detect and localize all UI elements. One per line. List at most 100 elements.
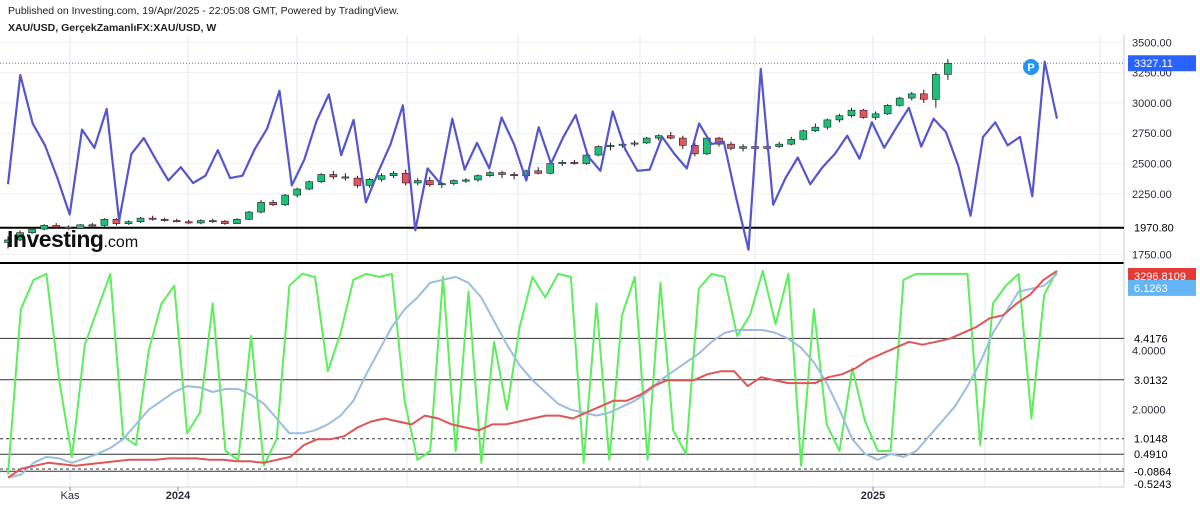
candle-body-up: [907, 93, 916, 99]
osc-value-tag: 6.1263: [1128, 279, 1196, 296]
candle: [907, 92, 916, 101]
candle: [727, 141, 735, 151]
candle: [811, 123, 820, 133]
candle: [281, 193, 289, 206]
candle-body-down: [401, 172, 410, 184]
candle-body-down: [425, 180, 434, 186]
candle: [883, 104, 892, 116]
candle-series: [4, 59, 952, 249]
candle: [377, 173, 386, 182]
logo-tld: .com: [103, 234, 139, 251]
candle-body-down: [919, 93, 928, 100]
candle: [305, 180, 314, 191]
price-tick-label: 2250.00: [1132, 189, 1172, 201]
marker-label: P: [1027, 62, 1034, 74]
candle-body-down: [534, 170, 543, 174]
trend-line: [7, 270, 1058, 479]
candle: [558, 159, 567, 166]
candle-body-up: [558, 162, 567, 164]
candle-body-down: [353, 177, 362, 186]
osc-value-tag: 4.4176: [1128, 330, 1196, 347]
time-axis: Kas 2024 2025: [61, 487, 885, 502]
candle: [245, 210, 253, 220]
candle: [329, 170, 338, 180]
candle-body-down: [570, 162, 579, 164]
osc-value-tag-text: -0.5243: [1134, 479, 1171, 491]
candle: [136, 216, 145, 223]
osc-value-tag-text: 4.4176: [1134, 333, 1168, 345]
candle: [895, 96, 904, 107]
x-tick-label: Kas: [61, 490, 80, 502]
support-tag: 1970.80: [1128, 219, 1196, 236]
grid: [0, 35, 1124, 487]
candle-body-up: [413, 180, 422, 184]
candle: [221, 219, 229, 225]
candle: [474, 174, 482, 182]
candle-body-down: [172, 220, 181, 223]
osc-value-tag-text: 0.4910: [1134, 449, 1168, 461]
candle: [678, 135, 687, 149]
overlay-series: [6, 60, 1059, 251]
candle-body-up: [377, 175, 386, 180]
overlay-line: [6, 60, 1059, 251]
candle-body-down: [209, 220, 217, 223]
candle-body-up: [823, 119, 832, 128]
momentum-line: [7, 270, 1058, 475]
candle-body-up: [281, 194, 289, 206]
marker-badge: P: [1023, 59, 1039, 75]
candle: [823, 118, 832, 130]
osc-value-tag: -0.5243: [1128, 476, 1196, 493]
x-tick-label: 2025: [861, 490, 885, 502]
candle-body-down: [510, 174, 518, 176]
candle-body-down: [666, 135, 675, 139]
candle: [799, 129, 808, 141]
candle: [594, 145, 603, 157]
candle: [148, 215, 157, 221]
candle-body-up: [787, 138, 796, 145]
candle-body-up: [739, 146, 747, 149]
candle: [233, 218, 241, 225]
candle: [293, 187, 302, 198]
investing-logo: Investing .com: [7, 226, 138, 253]
osc-value-tag: 0.4910: [1128, 446, 1196, 463]
candle-body-up: [233, 219, 241, 224]
candle-body-up: [474, 175, 482, 181]
candle: [534, 167, 543, 175]
horizontal-levels: [0, 62, 1124, 472]
candle: [510, 172, 518, 180]
candle: [486, 170, 494, 177]
candle: [172, 218, 181, 223]
candle-body-up: [305, 181, 314, 190]
candle-body-up: [944, 62, 952, 75]
last-price-tag: 3327.11: [1128, 55, 1196, 72]
candle: [787, 136, 796, 146]
candle-body-up: [775, 143, 784, 147]
candle-body-up: [462, 179, 470, 182]
osc-tick-label: 4.0000: [1132, 346, 1166, 358]
candle: [124, 220, 133, 225]
candle: [425, 176, 434, 187]
candle-body-up: [799, 130, 808, 140]
signal-line: [7, 273, 1058, 479]
chart-area[interactable]: 3500.003250.003000.002750.002500.002250.…: [0, 0, 1200, 508]
support-tag-text: 1970.80: [1134, 223, 1174, 235]
candle-body-up: [895, 97, 904, 106]
candle-body-down: [341, 176, 350, 179]
candle-body-up: [365, 179, 374, 186]
candle: [389, 170, 398, 179]
osc-value-tag: 1.0148: [1128, 430, 1196, 447]
candle-body-down: [678, 137, 687, 146]
x-tick-label: 2024: [166, 490, 191, 502]
candle: [944, 59, 952, 80]
candle-body-up: [257, 202, 265, 213]
price-tick-label: 2750.00: [1132, 128, 1172, 140]
candle: [341, 173, 350, 181]
candle: [413, 178, 422, 186]
candle: [919, 89, 928, 103]
candle-body-up: [293, 188, 302, 196]
candle-body-up: [871, 113, 880, 118]
candle: [197, 219, 205, 225]
candle: [835, 113, 844, 123]
candle: [353, 175, 362, 188]
candle-body-down: [329, 174, 338, 178]
